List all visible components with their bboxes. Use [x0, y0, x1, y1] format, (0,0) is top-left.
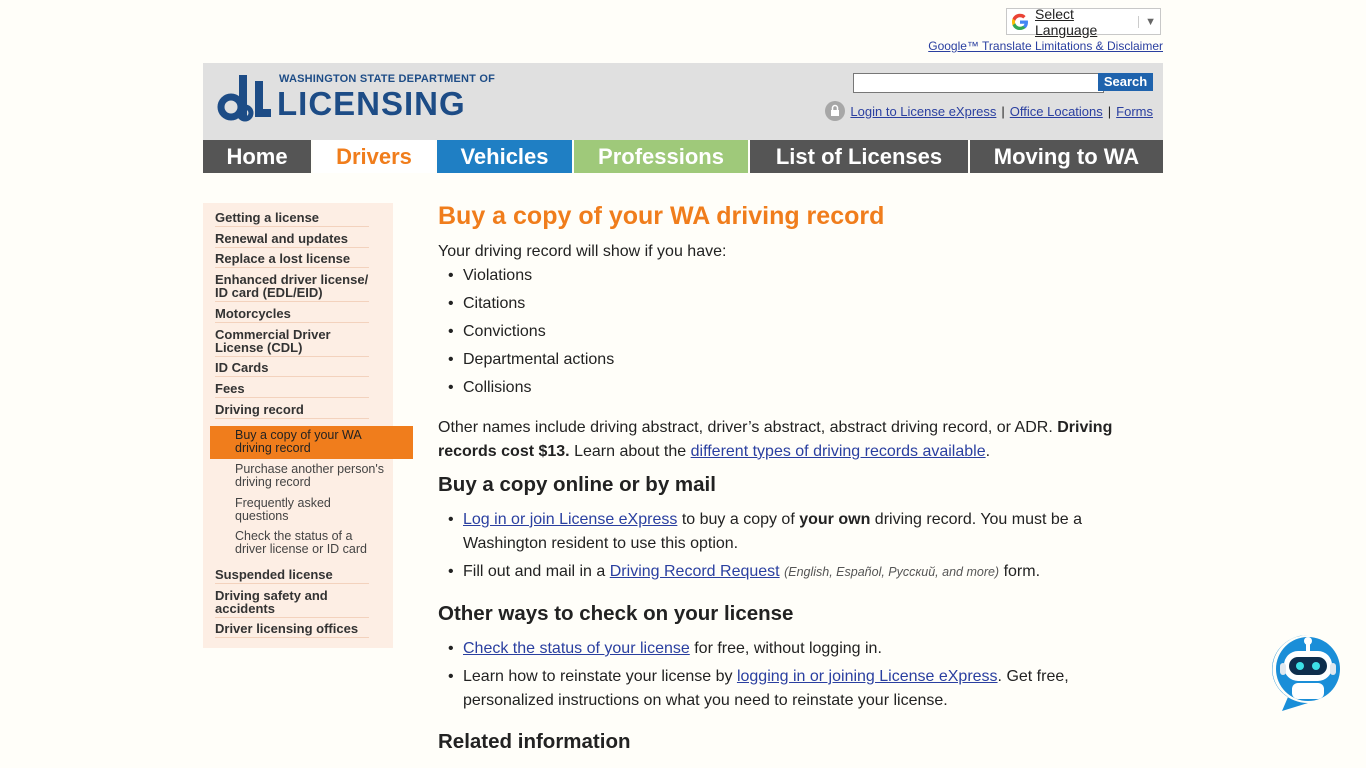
paragraph-text: Learn about the: [574, 443, 687, 460]
robot-icon: [1272, 635, 1340, 711]
nav-tab-list-of-licenses[interactable]: List of Licenses: [750, 140, 970, 173]
site-header: WASHINGTON STATE DEPARTMENT OF LICENSING…: [203, 63, 1163, 140]
sidebar-subitem-label: Buy a copy of your WA driving record: [235, 428, 361, 455]
sidebar-item-suspended[interactable]: Suspended license: [215, 568, 369, 584]
sidebar-nav: Getting a license Renewal and updates Re…: [203, 203, 413, 648]
login-license-express-link[interactable]: Login to License eXpress: [850, 104, 996, 119]
sidebar-item-fees[interactable]: Fees: [215, 382, 369, 398]
list-text: Learn how to reinstate your license by: [463, 668, 733, 685]
nav-tab-home[interactable]: Home: [203, 140, 313, 173]
other-names-paragraph: Other names include driving abstract, dr…: [438, 416, 1128, 464]
select-language-label[interactable]: Select Language: [1035, 6, 1138, 38]
sidebar-subitem-buy-copy[interactable]: Buy a copy of your WA driving record: [210, 426, 413, 459]
sidebar-item-licensing-offices[interactable]: Driver licensing offices: [215, 622, 369, 638]
list-item: Departmental actions: [448, 348, 614, 372]
sidebar-subitem-check-status[interactable]: Check the status of a driver license or …: [235, 530, 385, 555]
check-status-link[interactable]: Check the status of your license: [463, 640, 690, 657]
sidebar-subitem-faq[interactable]: Frequently asked questions: [235, 497, 385, 522]
list-item: Collisions: [448, 376, 532, 400]
select-language-widget[interactable]: Select Language ▼: [1006, 6, 1161, 38]
utility-links: Login to License eXpress | Office Locati…: [825, 101, 1153, 121]
record-types-link[interactable]: different types of driving records avail…: [691, 443, 986, 460]
logo-title: LICENSING: [277, 85, 466, 122]
sidebar-item-edl[interactable]: Enhanced driver license/ ID card (EDL/EI…: [215, 273, 369, 302]
list-bold-text: your own: [799, 511, 871, 528]
paragraph-text: Other names include driving abstract, dr…: [438, 419, 1053, 436]
forms-link[interactable]: Forms: [1116, 104, 1153, 119]
sidebar-item-replace-lost[interactable]: Replace a lost license: [215, 252, 369, 268]
sidebar-item-driving-record[interactable]: Driving record: [215, 403, 369, 419]
sidebar-item-motorcycles[interactable]: Motorcycles: [215, 307, 369, 323]
dol-logo-icon: [217, 75, 271, 122]
list-item: Citations: [448, 292, 525, 316]
list-item: Learn how to reinstate your license by l…: [448, 665, 1113, 713]
list-item: Log in or join License eXpress to buy a …: [448, 508, 1103, 556]
sidebar-item-getting-license[interactable]: Getting a license: [215, 211, 369, 227]
intro-text: Your driving record will show if you hav…: [438, 243, 727, 260]
sidebar-item-cdl[interactable]: Commercial Driver License (CDL): [215, 328, 369, 357]
sidebar-item-driving-safety[interactable]: Driving safety and accidents: [215, 589, 369, 618]
sidebar-subitem-purchase-another[interactable]: Purchase another person's driving record: [235, 463, 385, 488]
logo-subtitle: WASHINGTON STATE DEPARTMENT OF: [279, 73, 496, 85]
list-text: form.: [1003, 563, 1041, 580]
search-button[interactable]: Search: [1098, 73, 1153, 91]
separator: |: [1001, 103, 1005, 119]
dol-logo[interactable]: [217, 75, 273, 130]
office-locations-link[interactable]: Office Locations: [1010, 104, 1103, 119]
section-heading-related: Related information: [438, 730, 631, 753]
section-heading-buy: Buy a copy online or by mail: [438, 473, 716, 496]
driving-record-request-link[interactable]: Driving Record Request: [610, 563, 780, 580]
google-icon: [1011, 13, 1028, 30]
main-nav: Home Drivers Vehicles Professions List o…: [203, 140, 1163, 173]
languages-note: (English, Español, Русский, and more): [784, 565, 1000, 579]
paragraph-text: .: [985, 443, 991, 460]
chevron-down-icon[interactable]: ▼: [1138, 15, 1160, 28]
nav-tab-drivers[interactable]: Drivers: [313, 140, 437, 173]
chatbot-button[interactable]: [1270, 633, 1346, 711]
list-text: to buy a copy of: [681, 511, 795, 528]
separator: |: [1107, 103, 1112, 119]
nav-tab-vehicles[interactable]: Vehicles: [437, 140, 574, 173]
search-input[interactable]: [853, 73, 1104, 93]
list-item: Convictions: [448, 320, 546, 344]
sidebar-item-renewal[interactable]: Renewal and updates: [215, 232, 369, 248]
list-item: Fill out and mail in a Driving Record Re…: [448, 560, 1123, 584]
nav-tab-moving-to-wa[interactable]: Moving to WA: [970, 140, 1163, 173]
sidebar-item-id-cards[interactable]: ID Cards: [215, 361, 369, 377]
nav-tab-professions[interactable]: Professions: [574, 140, 750, 173]
list-text: Fill out and mail in a: [463, 563, 606, 580]
list-item: Violations: [448, 264, 532, 288]
list-item: Check the status of your license for fre…: [448, 637, 1123, 661]
page-title: Buy a copy of your WA driving record: [438, 202, 885, 230]
license-express-link[interactable]: Log in or join License eXpress: [463, 511, 677, 528]
reinstate-license-express-link[interactable]: logging in or joining License eXpress: [737, 668, 998, 685]
translate-disclaimer-link[interactable]: Google™ Translate Limitations & Disclaim…: [928, 39, 1163, 53]
section-heading-other: Other ways to check on your license: [438, 602, 794, 625]
lock-icon: [825, 101, 846, 121]
list-text: for free, without logging in.: [694, 640, 882, 657]
